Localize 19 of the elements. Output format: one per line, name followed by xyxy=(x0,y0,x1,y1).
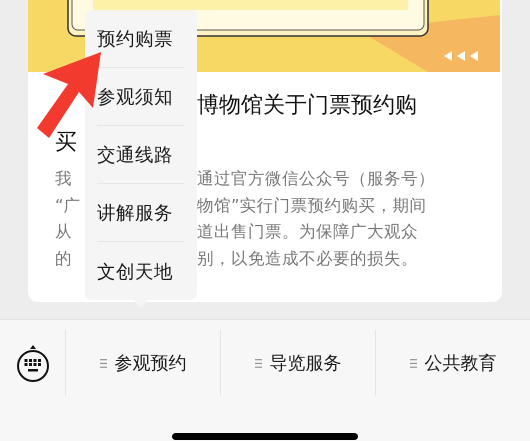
article-text: 别，以免造成不必要的损失。 xyxy=(197,248,418,270)
menu-item[interactable]: 讲解服务 xyxy=(97,184,184,242)
article-text: 我 xyxy=(55,168,72,190)
article-text: 的 xyxy=(55,248,72,270)
article-text: 从 xyxy=(55,221,72,244)
article-text: 通过官方微信公众号（服务号） xyxy=(197,168,435,190)
article-title: 博物馆关于门票预约购 xyxy=(197,92,417,120)
menu-tab[interactable]: 导览服务 xyxy=(220,330,375,396)
menu-tab[interactable]: 参观预约 xyxy=(65,330,220,396)
menu-item[interactable]: 交通线路 xyxy=(97,126,184,184)
article-text: 道出售门票。为保障广大观众 xyxy=(197,221,418,244)
menu-icon xyxy=(100,358,106,368)
menu-icon xyxy=(410,358,416,368)
article-text: 物馆”实行门票预约购买，期间 xyxy=(197,194,427,217)
article-text: “广 xyxy=(55,194,81,217)
menu-item[interactable]: 文创天地 xyxy=(97,242,184,300)
menu-tab[interactable]: 公共教育 xyxy=(375,330,530,396)
article-title: 买 xyxy=(55,128,77,156)
menu-icon xyxy=(254,358,262,368)
